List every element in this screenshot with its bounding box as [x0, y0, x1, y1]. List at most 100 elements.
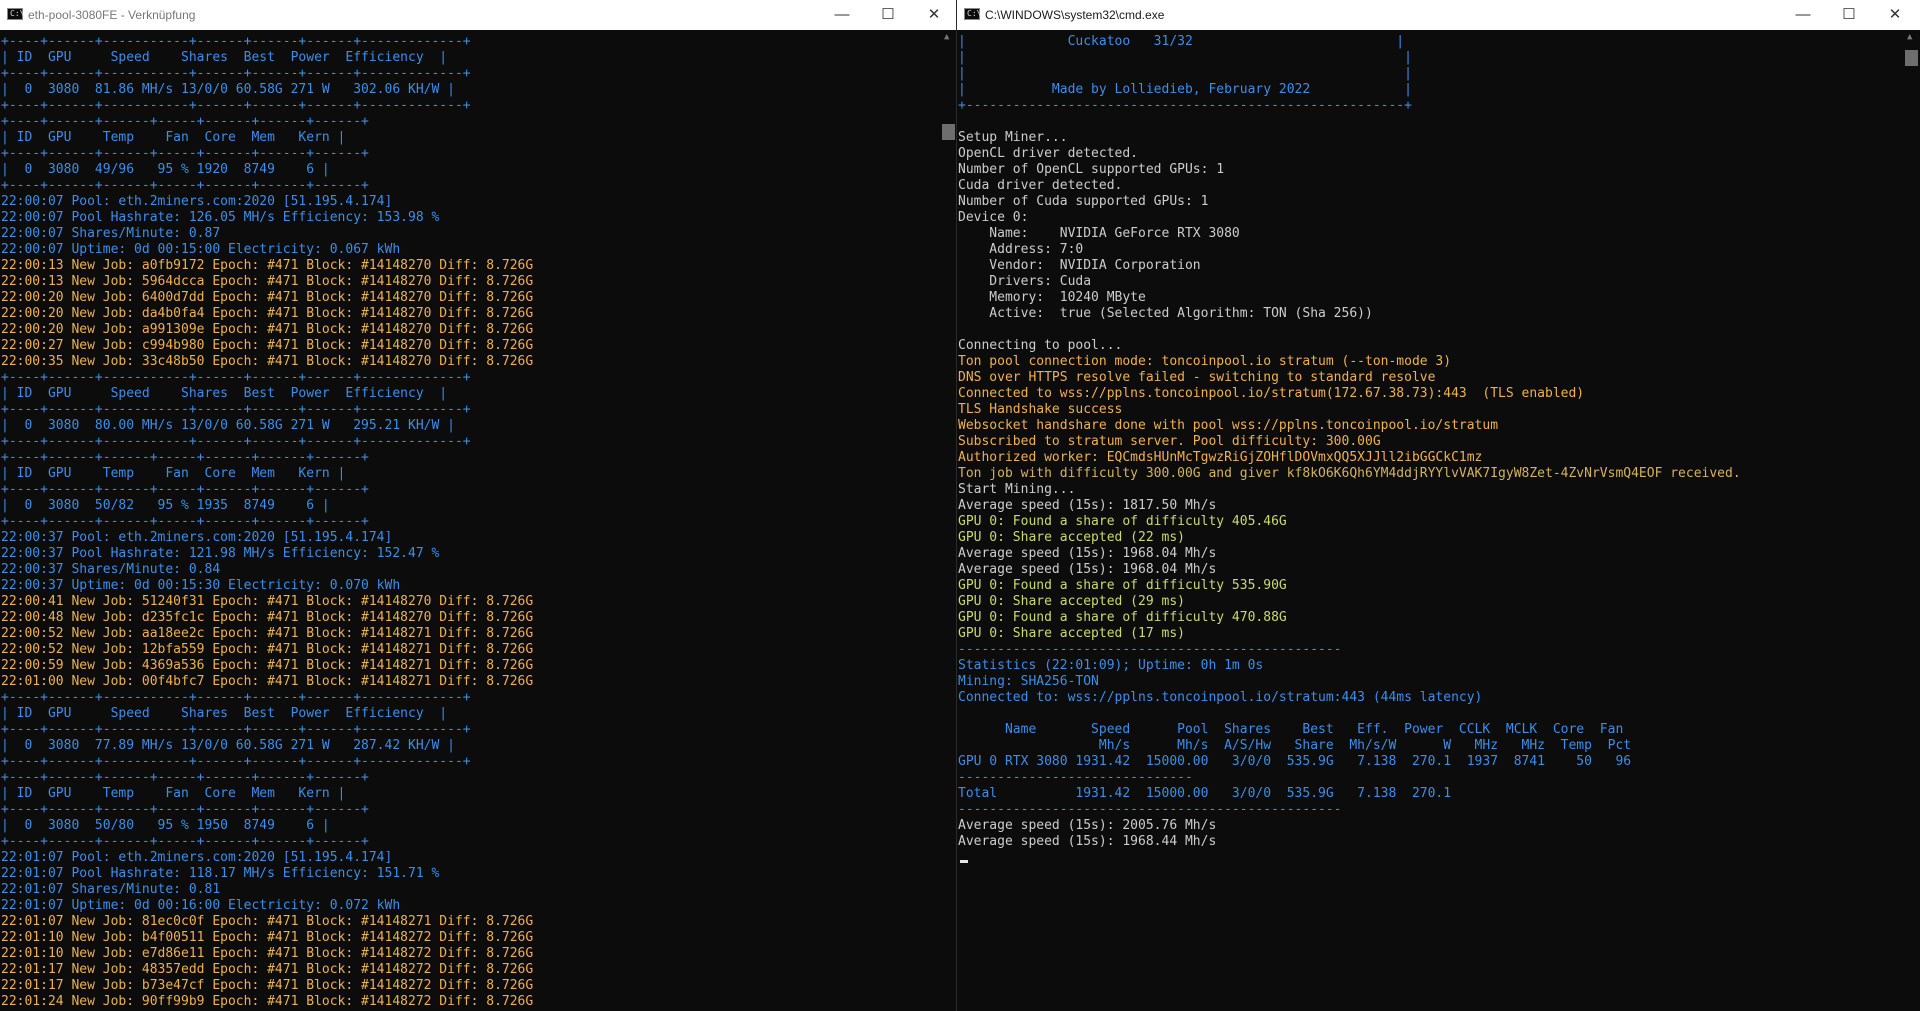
maximize-button[interactable]: ☐	[865, 0, 911, 30]
console-line: 22:01:07 New Job: 81ec0c0f Epoch: #471 B…	[1, 914, 534, 929]
console-line: 22:00:13 New Job: a0fb9172 Epoch: #471 B…	[1, 258, 534, 273]
console-line: TLS Handshake success	[958, 402, 1123, 417]
console-line: | ID GPU Temp Fan Core Mem Kern |	[1, 130, 346, 145]
console-line: 22:00:07 Pool Hashrate: 126.05 MH/s Effi…	[1, 210, 440, 225]
console-line: Average speed (15s): 1968.04 Mh/s	[958, 546, 1217, 561]
right-console-output[interactable]: | Cuckatoo 31/32 | | | | | | Made by Lollie…	[957, 30, 1900, 1011]
console-line: 22:00:52 New Job: 12bfa559 Epoch: #471 B…	[1, 642, 534, 657]
console-line: +----+------+------+-----+------+------+…	[1, 834, 369, 849]
console-line: | ID GPU Speed Shares Best Power Efficie…	[1, 706, 448, 721]
console-line: | ID GPU Speed Shares Best Power Efficie…	[1, 50, 448, 65]
right-window-title: C:\WINDOWS\system32\cmd.exe	[985, 8, 1165, 22]
console-app-icon: C:\	[7, 8, 24, 20]
console-line: +----+------+------+-----+------+------+…	[1, 770, 369, 785]
console-line: +----+------+-----------+------+------+-…	[1, 722, 471, 737]
console-line: Connected to wss://pplns.toncoinpool.io/…	[958, 386, 1585, 401]
text-cursor	[960, 860, 968, 863]
console-line: OpenCL driver detected.	[958, 146, 1139, 161]
minimize-button[interactable]: —	[1780, 0, 1826, 30]
console-line: +----+------+------+-----+------+------+…	[1, 482, 369, 497]
scroll-up-arrow-icon[interactable]: ▲	[1907, 32, 1912, 42]
console-line: 22:00:20 New Job: da4b0fa4 Epoch: #471 B…	[1, 306, 534, 321]
console-line: | |	[958, 50, 1412, 65]
console-line: Mining: SHA256-TON	[958, 674, 1099, 689]
console-line: Name: NVIDIA GeForce RTX 3080	[958, 226, 1240, 241]
console-line: Connecting to pool...	[958, 338, 1123, 353]
console-line: 22:00:07 Uptime: 0d 00:15:00 Electricity…	[1, 242, 401, 257]
console-line: +----+------+------+-----+------+------+…	[1, 114, 369, 129]
console-line: GPU 0: Share accepted (29 ms)	[958, 594, 1185, 609]
console-line: Memory: 10240 MByte	[958, 290, 1146, 305]
console-line: Vendor: NVIDIA Corporation	[958, 258, 1201, 273]
console-line: | ID GPU Speed Shares Best Power Efficie…	[1, 386, 448, 401]
console-line: 22:00:07 Pool: eth.2miners.com:2020 [51.…	[1, 194, 393, 209]
console-line: Average speed (15s): 1817.50 Mh/s	[958, 498, 1217, 513]
right-console-window[interactable]: C:\ C:\WINDOWS\system32\cmd.exe — ☐ ✕ | …	[957, 0, 1920, 1011]
right-titlebar[interactable]: C:\ C:\WINDOWS\system32\cmd.exe — ☐ ✕	[957, 0, 1920, 30]
console-line: GPU 0 RTX 3080 1931.42 15000.00 3/0/0 53…	[958, 754, 1632, 769]
console-line: +----+------+-----------+------+------+-…	[1, 370, 471, 385]
console-line: 22:00:20 New Job: a991309e Epoch: #471 B…	[1, 322, 534, 337]
console-line: | 0 3080 50/82 95 % 1935 8749 6 |	[1, 498, 330, 513]
scrollbar-thumb[interactable]	[1905, 50, 1918, 66]
console-line: Websocket handshare done with pool wss:/…	[958, 418, 1499, 433]
console-line: ------------------------------	[958, 770, 1193, 785]
console-line: Subscribed to stratum server. Pool diffi…	[958, 434, 1381, 449]
console-line: 22:00:20 New Job: 6400d7dd Epoch: #471 B…	[1, 290, 534, 305]
console-line: GPU 0: Share accepted (17 ms)	[958, 626, 1185, 641]
console-line: Address: 7:0	[958, 242, 1084, 257]
console-line: GPU 0: Found a share of difficulty 405.4…	[958, 514, 1287, 529]
console-line: +----+------+-----------+------+------+-…	[1, 434, 471, 449]
close-button[interactable]: ✕	[1872, 0, 1918, 30]
console-line: +----+------+------+-----+------+------+…	[1, 802, 369, 817]
console-line: | Made by Lolliedieb, February 2022 |	[958, 82, 1412, 97]
console-line: +----+------+-----------+------+------+-…	[1, 34, 471, 49]
console-line: +----+------+-----------+------+------+-…	[1, 402, 471, 417]
console-line: 22:00:37 Pool: eth.2miners.com:2020 [51.…	[1, 530, 393, 545]
left-scrollbar[interactable]: ▲	[940, 30, 957, 1011]
console-line: Statistics (22:01:09); Uptime: 0h 1m 0s	[958, 658, 1264, 673]
console-line: 22:01:17 New Job: 48357edd Epoch: #471 B…	[1, 962, 534, 977]
scroll-up-arrow-icon[interactable]: ▲	[944, 32, 949, 42]
right-scrollbar[interactable]: ▲	[1903, 30, 1920, 1011]
scrollbar-thumb[interactable]	[942, 124, 955, 140]
console-line: +----+------+------+-----+------+------+…	[1, 450, 369, 465]
console-line: Mh/s Mh/s A/S/Hw Share Mh/s/W W MHz MHz …	[958, 738, 1632, 753]
console-line: Ton pool connection mode: toncoinpool.io…	[958, 354, 1452, 369]
console-line: +---------------------------------------…	[958, 98, 1412, 113]
console-line: 22:00:37 Pool Hashrate: 121.98 MH/s Effi…	[1, 546, 440, 561]
console-app-icon: C:\	[964, 8, 981, 20]
close-button[interactable]: ✕	[911, 0, 957, 30]
console-line: Setup Miner...	[958, 130, 1068, 145]
console-line: 22:01:10 New Job: e7d86e11 Epoch: #471 B…	[1, 946, 534, 961]
console-line: | Cuckatoo 31/32 |	[958, 34, 1405, 49]
console-line: Active: true (Selected Algorithm: TON (S…	[958, 306, 1373, 321]
console-line: +----+------+-----------+------+------+-…	[1, 66, 471, 81]
console-line: 22:01:07 Pool: eth.2miners.com:2020 [51.…	[1, 850, 393, 865]
console-line: GPU 0: Found a share of difficulty 470.8…	[958, 610, 1287, 625]
maximize-button[interactable]: ☐	[1826, 0, 1872, 30]
left-titlebar[interactable]: C:\ eth-pool-3080FE - Verknüpfung — ☐ ✕	[0, 0, 957, 30]
console-line: Connected to: wss://pplns.toncoinpool.io…	[958, 690, 1483, 705]
console-line: 22:00:13 New Job: 5964dcca Epoch: #471 B…	[1, 274, 534, 289]
left-console-window[interactable]: C:\ eth-pool-3080FE - Verknüpfung — ☐ ✕ …	[0, 0, 957, 1011]
console-line: 22:00:35 New Job: 33c48b50 Epoch: #471 B…	[1, 354, 534, 369]
console-line: 22:00:52 New Job: aa18ee2c Epoch: #471 B…	[1, 626, 534, 641]
console-line: | 0 3080 50/80 95 % 1950 8749 6 |	[1, 818, 330, 833]
console-line: 22:01:07 Pool Hashrate: 118.17 MH/s Effi…	[1, 866, 440, 881]
console-line: 22:00:41 New Job: 51240f31 Epoch: #471 B…	[1, 594, 534, 609]
console-line: Name Speed Pool Shares Best Eff. Power C…	[958, 722, 1624, 737]
console-line: Number of OpenCL supported GPUs: 1	[958, 162, 1225, 177]
minimize-button[interactable]: —	[819, 0, 865, 30]
console-line: 22:01:10 New Job: b4f00511 Epoch: #471 B…	[1, 930, 534, 945]
console-line: +----+------+------+-----+------+------+…	[1, 514, 369, 529]
console-line: +----+------+-----------+------+------+-…	[1, 690, 471, 705]
left-console-output[interactable]: +----+------+-----------+------+------+-…	[0, 30, 937, 1011]
console-line: Ton job with difficulty 300.00G and give…	[958, 466, 1741, 481]
console-line: GPU 0: Share accepted (22 ms)	[958, 530, 1185, 545]
console-line: 22:01:07 Uptime: 0d 00:16:00 Electricity…	[1, 898, 401, 913]
console-line: 22:00:37 Shares/Minute: 0.84	[1, 562, 221, 577]
console-line: Start Mining...	[958, 482, 1076, 497]
